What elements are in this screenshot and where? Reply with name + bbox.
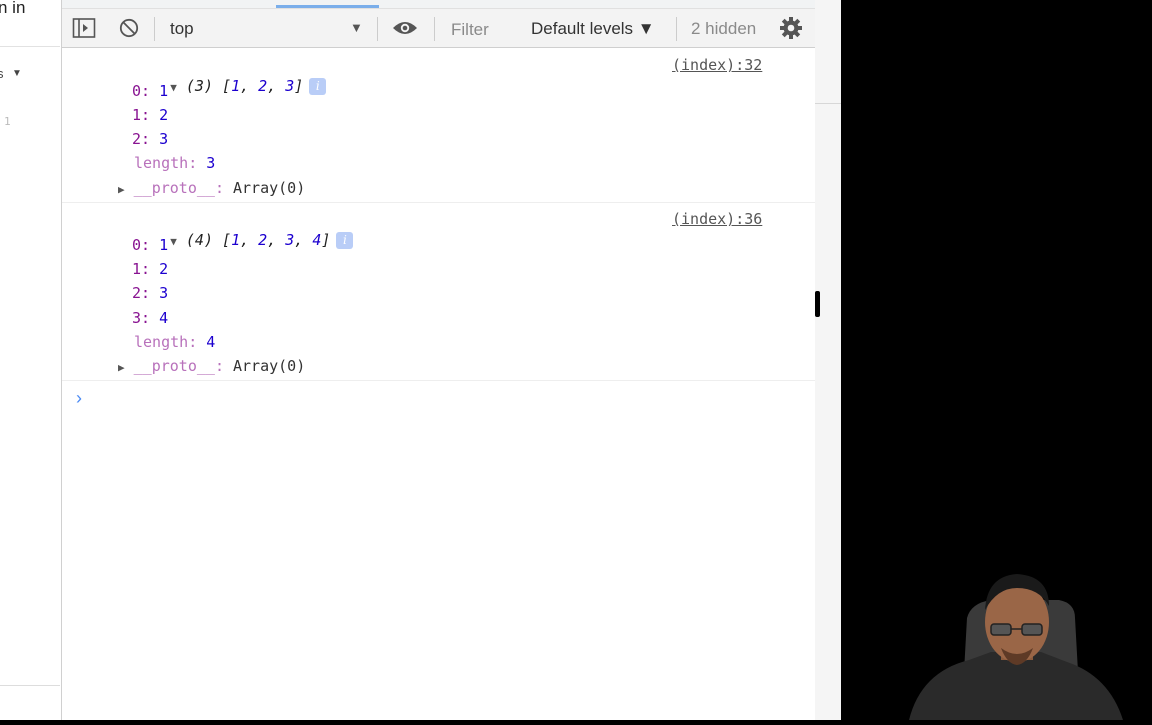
expanded-triangle-icon[interactable]: ▼ (170, 81, 177, 94)
collapsed-triangle-icon[interactable]: ▶ (118, 183, 125, 196)
summary-value: 4 (312, 231, 322, 249)
property-value: 3 (159, 284, 169, 302)
summary-value: 1 (231, 77, 241, 95)
property-key: 2 (132, 284, 142, 302)
divider (815, 103, 841, 104)
presenter-video (841, 0, 1152, 720)
console-message: ▼ (3) [1, 2, 3] i (index):32 0: 1 1: 2 2:… (62, 48, 815, 203)
devtools-panel: top ▼ Filter Default levels ▼ 2 hidden ▼… (62, 0, 815, 720)
gear-icon[interactable] (779, 16, 803, 45)
console-message: ▼ (4) [1, 2, 3, 4] i (index):36 0: 1 1: 2… (62, 203, 815, 381)
property-value: 4 (206, 333, 216, 351)
array-property: 2: 3 (132, 284, 169, 302)
property-value: 4 (159, 309, 169, 327)
length-property: length: 3 (134, 154, 216, 172)
property-key: length (134, 333, 189, 351)
scroll-marker (815, 291, 820, 317)
array-property: 0: 1 (132, 82, 169, 100)
property-value: 3 (159, 130, 169, 148)
console-output: ▼ (3) [1, 2, 3] i (index):32 0: 1 1: 2 2:… (62, 48, 815, 720)
array-property: 1: 2 (132, 106, 169, 124)
toolbar-separator (154, 17, 155, 41)
sign-in-text[interactable]: n in (0, 0, 25, 18)
property-value: Array(0) (233, 357, 306, 375)
background-page-strip: n in s ▼ 1 (0, 0, 62, 720)
property-value: 1 (159, 82, 169, 100)
property-value: 1 (159, 236, 169, 254)
summary-value: 3 (285, 231, 295, 249)
hidden-count: 2 hidden (691, 19, 757, 38)
line-number: 1 (4, 115, 11, 128)
property-key: 0 (132, 236, 142, 254)
console-prompt[interactable]: › (76, 388, 82, 409)
summary-value: 2 (258, 231, 268, 249)
log-levels-dropdown[interactable]: Default levels ▼ (531, 19, 655, 39)
array-property: 3: 4 (132, 309, 169, 327)
property-key: __proto__ (133, 179, 215, 197)
divider (0, 46, 60, 47)
proto-property[interactable]: ▶ __proto__: Array(0) (118, 357, 305, 375)
devtools-tab-strip (62, 0, 815, 9)
expanded-triangle-icon[interactable]: ▼ (170, 235, 177, 248)
property-key: 0 (132, 82, 142, 100)
property-key: length (134, 154, 189, 172)
toolbar-separator (434, 17, 435, 41)
property-key: __proto__ (133, 357, 215, 375)
toolbar-separator (377, 17, 378, 41)
property-key: 1 (132, 106, 142, 124)
chevron-down-icon[interactable]: ▼ (12, 68, 22, 79)
property-key: 3 (132, 309, 142, 327)
context-selector[interactable]: top (170, 19, 194, 39)
toolbar-separator (676, 17, 677, 41)
property-value: 3 (206, 154, 216, 172)
adjacent-window-strip (815, 0, 841, 720)
source-link[interactable]: (index):32 (672, 56, 762, 74)
console-toolbar: top ▼ Filter Default levels ▼ 2 hidden (62, 9, 815, 48)
divider (0, 685, 60, 686)
chevron-down-icon[interactable]: ▼ (350, 20, 363, 35)
active-tab-indicator (276, 5, 379, 8)
summary-value: 1 (231, 231, 241, 249)
property-value: 2 (159, 106, 169, 124)
property-key: 2 (132, 130, 142, 148)
summary-value: 2 (258, 77, 268, 95)
array-property: 2: 3 (132, 130, 169, 148)
summary-prefix: (4) [ (185, 231, 232, 249)
info-icon[interactable]: i (309, 78, 327, 95)
length-property: length: 4 (134, 333, 216, 351)
collapsed-triangle-icon[interactable]: ▶ (118, 361, 125, 374)
array-property: 1: 2 (132, 260, 169, 278)
clear-console-icon[interactable] (118, 17, 140, 44)
sidebar-toggle-icon[interactable] (72, 17, 96, 44)
property-value: 2 (159, 260, 169, 278)
webcam-overlay (841, 0, 1152, 720)
proto-property[interactable]: ▶ __proto__: Array(0) (118, 179, 305, 197)
property-value: Array(0) (233, 179, 306, 197)
eye-icon[interactable] (392, 19, 418, 42)
sources-label: s (0, 66, 4, 81)
summary-value: 3 (285, 77, 295, 95)
array-property: 0: 1 (132, 236, 169, 254)
info-icon[interactable]: i (336, 232, 354, 249)
summary-prefix: (3) [ (185, 77, 232, 95)
filter-input[interactable]: Filter (451, 20, 489, 40)
source-link[interactable]: (index):36 (672, 210, 762, 228)
property-key: 1 (132, 260, 142, 278)
